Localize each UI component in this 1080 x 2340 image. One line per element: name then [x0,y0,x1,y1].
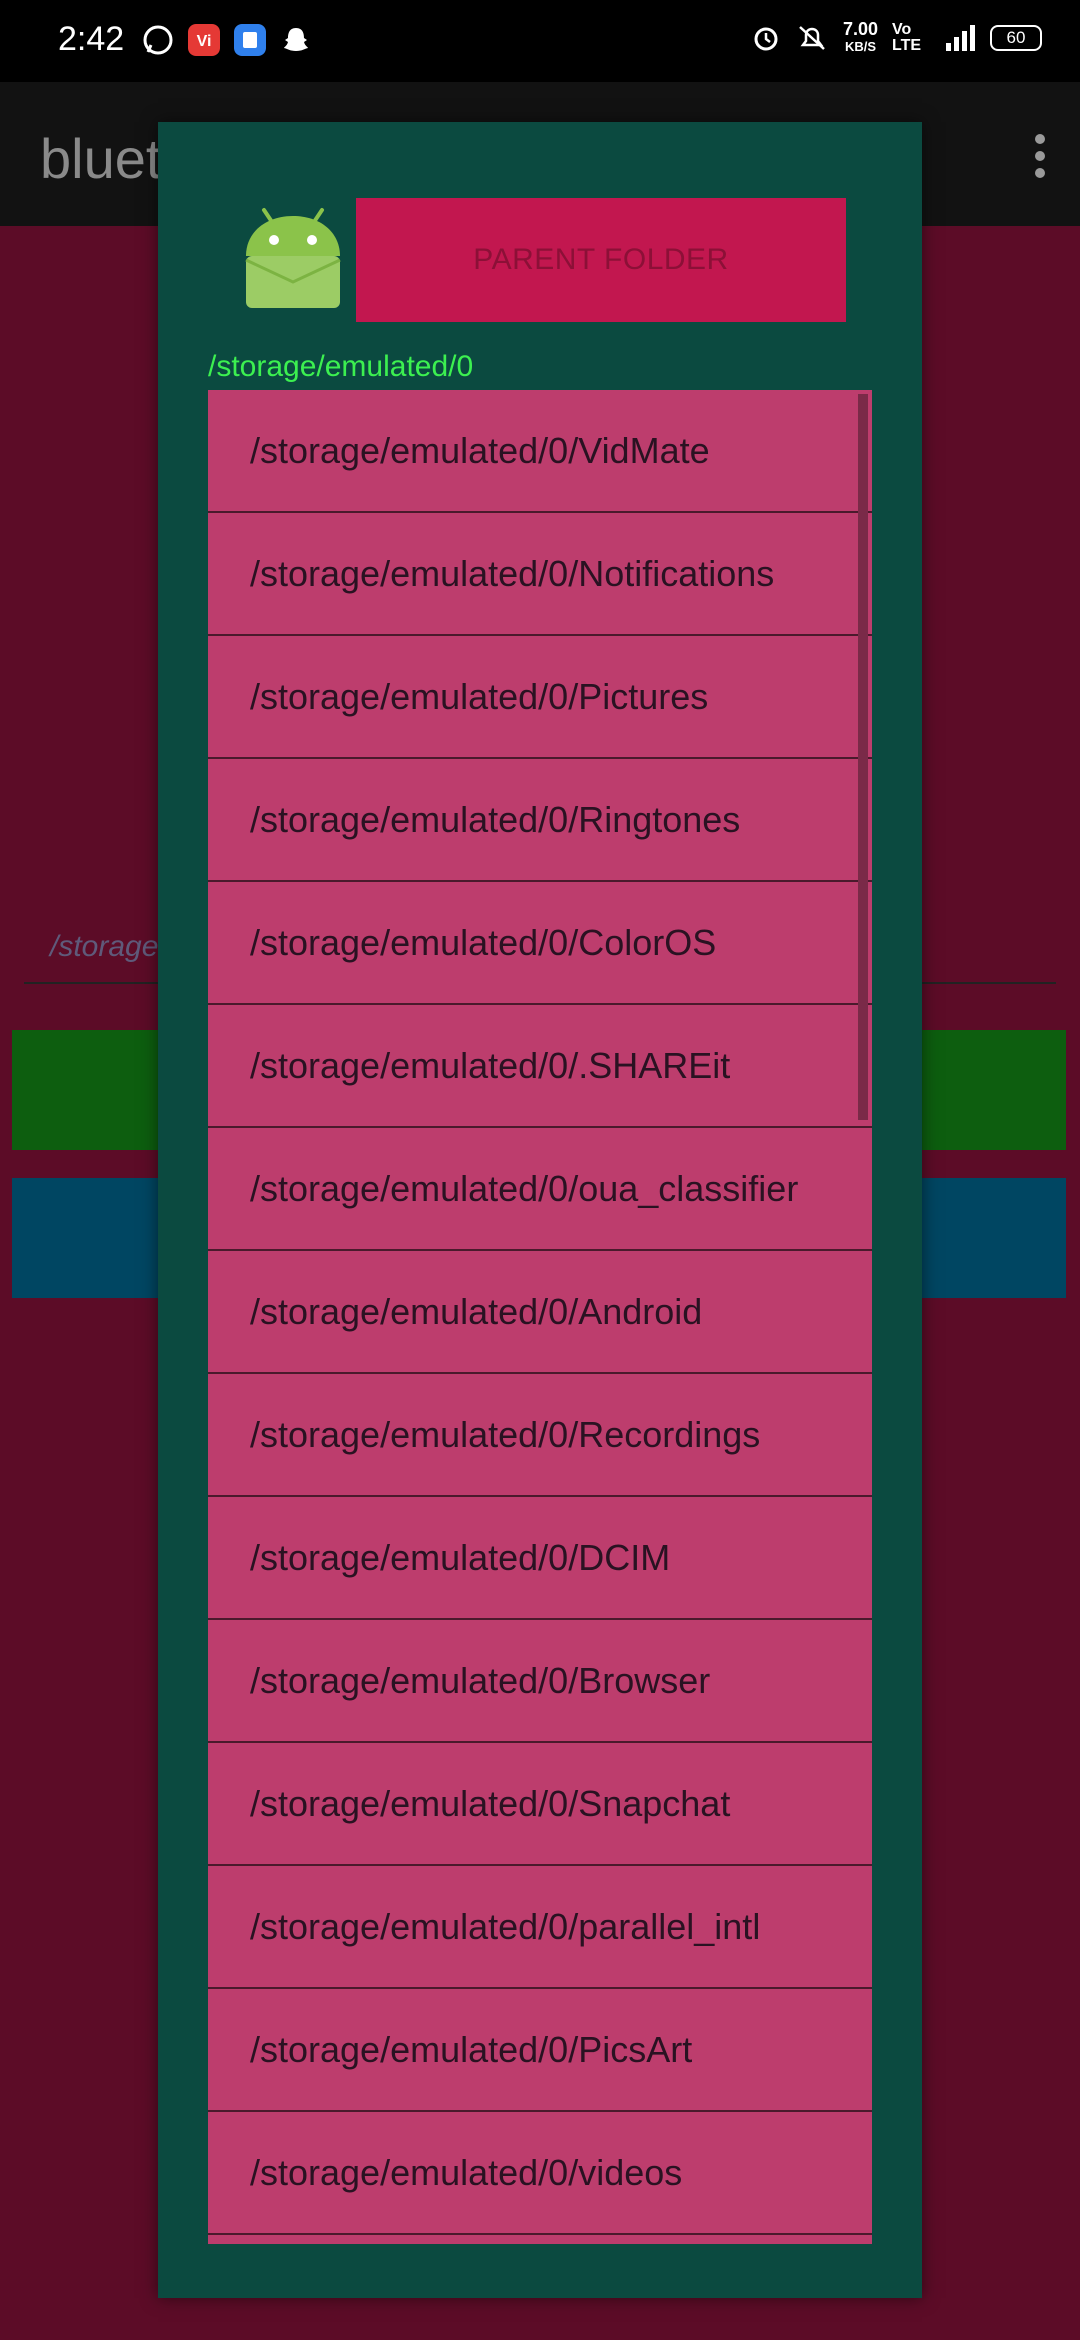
list-item[interactable]: /storage/emulated/0/Pictures [208,636,872,759]
list-item[interactable]: /storage/emulated/0/Ringtones [208,759,872,882]
list-item[interactable]: /storage/emulated/0/DCIM [208,1497,872,1620]
scrollbar[interactable] [858,394,868,1120]
snapchat-icon [284,28,308,51]
android-icon [245,208,341,308]
svg-text:Vi: Vi [197,33,212,50]
list-item[interactable]: /storage/emulated/0/Browser [208,1620,872,1743]
list-item[interactable]: /storage/emulated/0/Recordings [208,1374,872,1497]
folder-picker-dialog: PARENT FOLDER /storage/emulated/0 /stora… [158,122,922,2298]
status-time: 2:42 [58,20,125,58]
folder-path-label: /storage/emulated/0/PicsArt [250,2028,693,2070]
signal-icon [946,25,975,51]
list-item[interactable]: /storage/emulated/0/parallel_intl [208,1866,872,1989]
battery-icon: 60 [990,25,1042,51]
status-indicators: 7.00 KB/S Vo LTE 60 [751,20,1042,56]
folder-list[interactable]: /storage/emulated/0/VidMate/storage/emul… [208,390,872,2244]
path-input-text: /storage [50,930,159,963]
folder-path-label: /storage/emulated/0/Ringtones [250,798,741,840]
folder-path-label: /storage/emulated/0/Snapchat [250,1782,731,1824]
folder-path-label: /storage/emulated/0/parallel_intl [250,1905,761,1947]
list-item[interactable] [208,2235,872,2244]
overflow-menu-icon[interactable] [1022,134,1058,178]
app-title: bluet [40,127,162,190]
folder-path-label: /storage/emulated/0/oua_classifier [250,1167,799,1209]
list-item[interactable]: /storage/emulated/0/Snapchat [208,1743,872,1866]
folder-path-label: /storage/emulated/0/Pictures [250,675,709,717]
folder-path-label: /storage/emulated/0/Recordings [250,1413,761,1455]
list-item[interactable]: /storage/emulated/0/Notifications [208,513,872,636]
folder-path-label: /storage/emulated/0/videos [250,2151,683,2193]
list-item[interactable]: /storage/emulated/0/oua_classifier [208,1128,872,1251]
current-path-label: /storage/emulated/0 [208,350,474,383]
speed-value: 7.00 [842,19,878,39]
volte-label: Vo LTE [892,21,922,54]
whatsapp-icon [143,25,173,55]
list-item[interactable]: /storage/emulated/0/videos [208,2112,872,2235]
list-item[interactable]: /storage/emulated/0/VidMate [208,390,872,513]
notification-icons: Vi [142,24,312,56]
folder-path-label: /storage/emulated/0/ColorOS [250,921,717,963]
list-item[interactable]: /storage/emulated/0/PicsArt [208,1989,872,2112]
files-app-icon [234,24,266,56]
list-item[interactable]: /storage/emulated/0/.SHAREit [208,1005,872,1128]
list-item[interactable]: /storage/emulated/0/Android [208,1251,872,1374]
vi-app-icon: Vi [188,24,220,56]
folder-path-label: /storage/emulated/0/Android [250,1290,703,1332]
alarm-icon [754,27,778,51]
folder-path-label: /storage/emulated/0/.SHAREit [250,1044,731,1086]
parent-folder-button[interactable]: PARENT FOLDER [356,198,846,322]
battery-level: 60 [1006,28,1026,47]
network-speed: 7.00 KB/S [843,20,878,56]
speed-unit: KB/S [844,39,876,54]
folder-path-label: /storage/emulated/0/Browser [250,1659,711,1701]
mute-bell-icon [799,26,825,50]
folder-path-label: /storage/emulated/0/DCIM [250,1536,671,1578]
folder-path-label: /storage/emulated/0/VidMate [250,429,710,471]
list-item[interactable]: /storage/emulated/0/ColorOS [208,882,872,1005]
status-bar: 2:42 Vi 7.00 KB/S Vo LTE 60 [0,0,1080,82]
folder-path-label: /storage/emulated/0/Notifications [250,552,775,594]
